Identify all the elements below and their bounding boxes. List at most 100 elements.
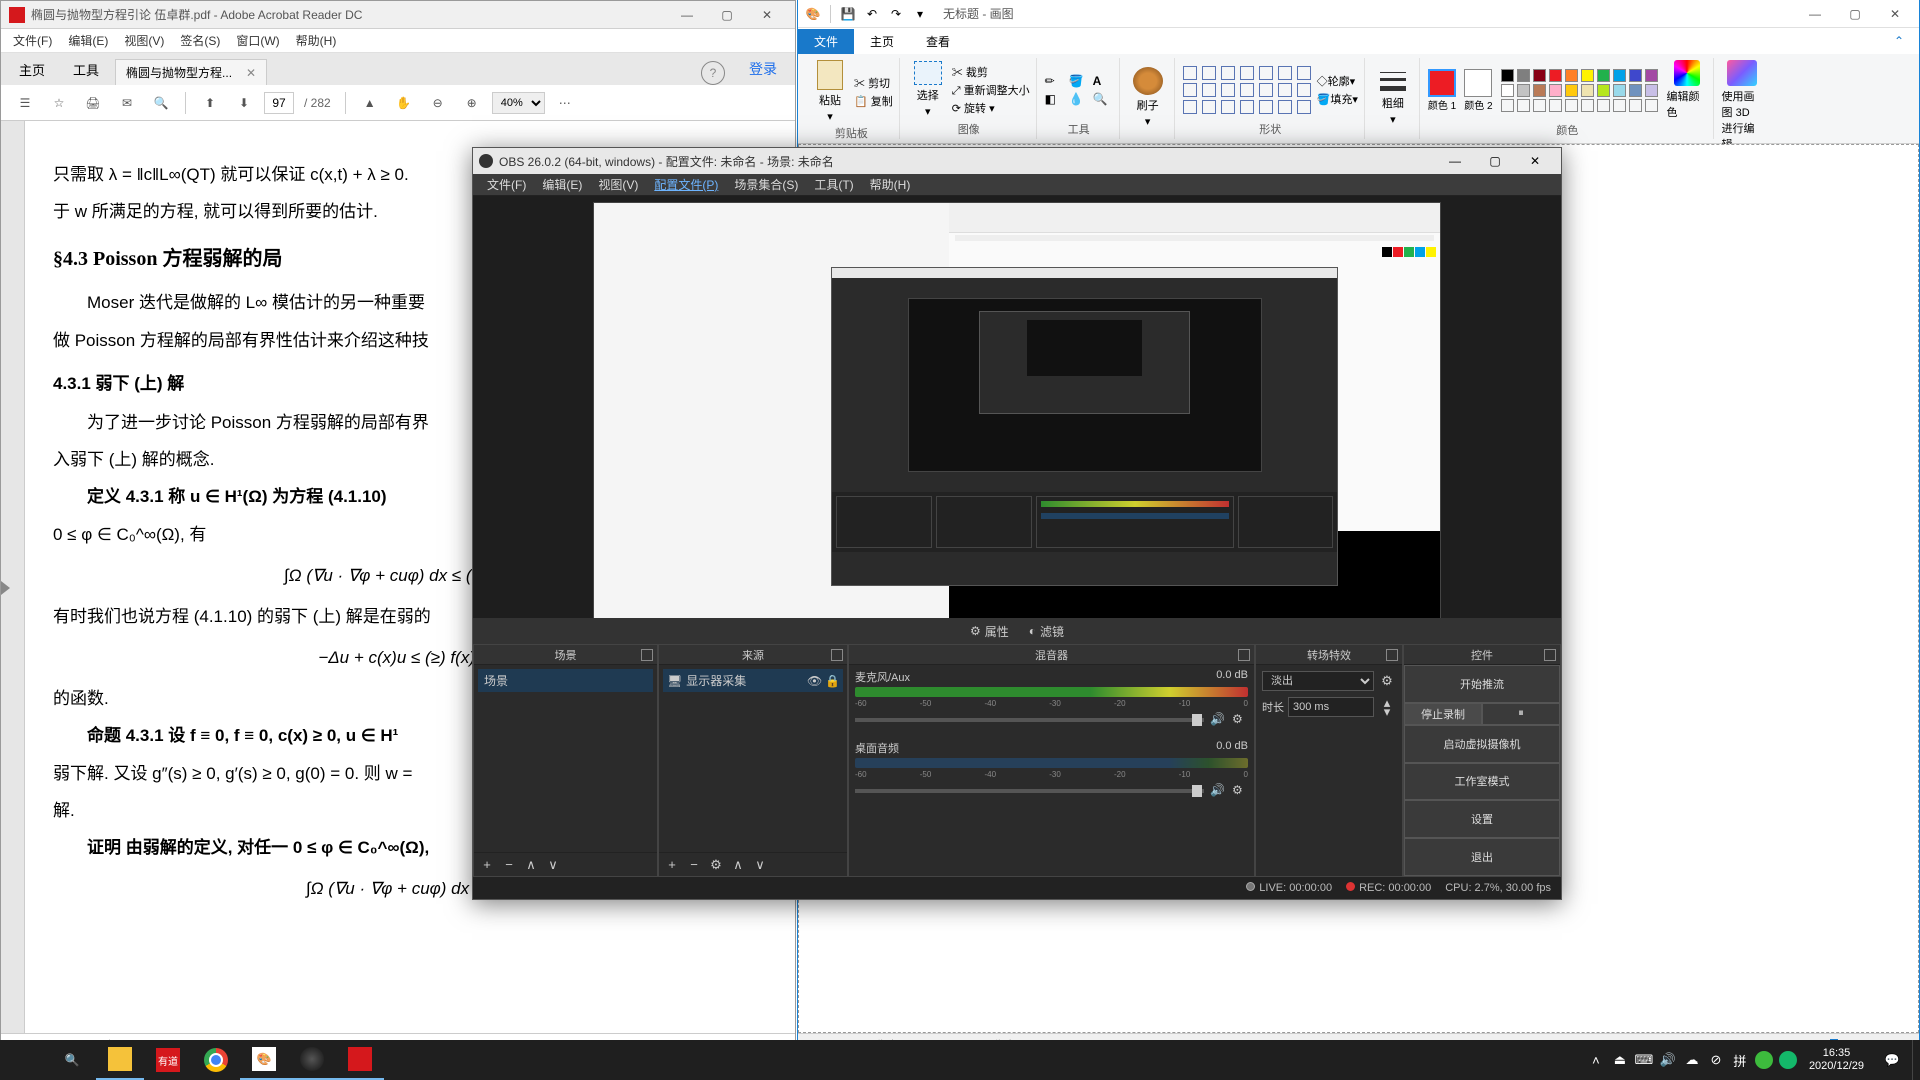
menu-window[interactable]: 窗口(W) [228, 30, 287, 51]
crop-button[interactable]: ✂ 裁剪 [952, 64, 1030, 80]
tab-home[interactable]: 主页 [5, 54, 59, 85]
settings-button[interactable]: 设置 [1404, 800, 1560, 838]
page-number-input[interactable] [264, 92, 294, 114]
menu-help[interactable]: 帮助(H) [862, 174, 919, 195]
menu-edit[interactable]: 编辑(E) [60, 30, 116, 51]
tray-volume-icon[interactable]: 🔊 [1657, 1040, 1679, 1080]
zoom-select[interactable]: 40% [492, 92, 545, 114]
tray-usb-icon[interactable]: ⏏ [1609, 1040, 1631, 1080]
shape-outline[interactable]: ◇轮廓▾ [1317, 73, 1358, 89]
move-up-button[interactable]: ∧ [729, 856, 747, 874]
transition-settings-button[interactable]: ⚙ [1378, 672, 1396, 690]
paste-button[interactable]: 粘贴▾ [810, 60, 850, 123]
minimize-button[interactable]: — [1795, 1, 1835, 27]
color-palette[interactable] [1501, 69, 1659, 112]
spin-down-icon[interactable]: ▾ [1378, 707, 1396, 716]
menu-file[interactable]: 文件(F) [5, 30, 60, 51]
studio-mode-button[interactable]: 工作室模式 [1404, 763, 1560, 801]
exit-button[interactable]: 退出 [1404, 838, 1560, 876]
maximize-button[interactable]: ▢ [1835, 1, 1875, 27]
maximize-button[interactable]: ▢ [707, 2, 747, 28]
shapes-gallery[interactable] [1183, 66, 1313, 114]
taskbar-acrobat[interactable] [336, 1040, 384, 1080]
copy-button[interactable]: 📋 复制 [854, 93, 893, 109]
taskbar-obs[interactable] [288, 1040, 336, 1080]
tab-home[interactable]: 主页 [854, 29, 910, 54]
page-down-icon[interactable]: ⬇ [230, 89, 258, 117]
rotate-button[interactable]: ⟳ 旋转 ▾ [952, 100, 1030, 116]
mail-icon[interactable]: ✉ [113, 89, 141, 117]
fill-icon[interactable]: 🪣 [1069, 74, 1089, 88]
move-up-button[interactable]: ∧ [522, 856, 540, 874]
source-item[interactable]: 🖥 显示器采集 👁 🔒 [663, 669, 843, 692]
magnify-icon[interactable]: 🔍 [1093, 92, 1113, 106]
taskbar-clock[interactable]: 16:35 2020/12/29 [1801, 1047, 1872, 1073]
start-virtual-camera-button[interactable]: 启动虚拟摄像机 [1404, 725, 1560, 763]
ribbon-collapse-icon[interactable]: ⌃ [1879, 28, 1919, 54]
tray-wechat-icon[interactable] [1777, 1040, 1799, 1080]
menu-profile[interactable]: 配置文件(P) [646, 174, 726, 195]
tab-view[interactable]: 查看 [910, 29, 966, 54]
taskbar-explorer[interactable] [96, 1040, 144, 1080]
notifications-button[interactable]: 💬 [1874, 1040, 1910, 1080]
volume-slider[interactable] [855, 789, 1204, 793]
menu-sign[interactable]: 签名(S) [172, 30, 228, 51]
taskbar-paint[interactable]: 🎨 [240, 1040, 288, 1080]
size-button[interactable]: 粗细▾ [1373, 69, 1413, 126]
page-up-icon[interactable]: ⬆ [196, 89, 224, 117]
hand-icon[interactable]: ✋ [390, 89, 418, 117]
menu-view[interactable]: 视图(V) [116, 30, 172, 51]
lock-icon[interactable]: 🔒 [825, 674, 839, 688]
color1[interactable]: 颜色 1 [1428, 69, 1456, 112]
speaker-icon[interactable]: 🔊 [1210, 712, 1226, 728]
menu-edit[interactable]: 编辑(E) [534, 174, 590, 195]
menu-file[interactable]: 文件(F) [479, 174, 534, 195]
shape-fill[interactable]: 🪣填充▾ [1317, 91, 1358, 107]
maximize-button[interactable]: ▢ [1475, 149, 1515, 173]
move-down-button[interactable]: ∨ [544, 856, 562, 874]
show-desktop-button[interactable] [1912, 1040, 1918, 1080]
tray-expand-icon[interactable]: ˄ [1585, 1040, 1607, 1080]
menu-scene-collection[interactable]: 场景集合(S) [726, 174, 806, 195]
close-button[interactable]: ✕ [1515, 149, 1555, 173]
star-icon[interactable]: ☆ [45, 89, 73, 117]
stop-recording-button[interactable]: 停止录制 [1404, 703, 1482, 725]
visibility-icon[interactable]: 👁 [807, 674, 821, 688]
tab-document[interactable]: 椭圆与抛物型方程... ✕ [115, 59, 267, 85]
resize-button[interactable]: ⤢ 重新调整大小 [952, 82, 1030, 98]
menu-tools[interactable]: 工具(T) [806, 174, 861, 195]
move-down-button[interactable]: ∨ [751, 856, 769, 874]
tab-file[interactable]: 文件 [798, 29, 854, 54]
properties-button[interactable]: ⚙属性 [964, 621, 1015, 642]
tray-ime-icon[interactable]: 拼 [1729, 1040, 1751, 1080]
acrobat-sidebar[interactable] [1, 121, 25, 1033]
obs-preview[interactable]: 未选择源 [473, 196, 1561, 666]
popout-icon[interactable] [641, 649, 653, 661]
add-scene-button[interactable]: + [478, 856, 496, 874]
remove-scene-button[interactable]: − [500, 856, 518, 874]
tray-defender-icon[interactable]: ⊘ [1705, 1040, 1727, 1080]
taskbar-youdao[interactable]: 有道 [144, 1040, 192, 1080]
search-button[interactable]: 🔍 [48, 1040, 96, 1080]
gear-icon[interactable]: ⚙ [1232, 783, 1248, 799]
edit-colors-button[interactable]: 编辑颜色 [1667, 60, 1707, 120]
login-button[interactable]: 登录 [735, 53, 791, 85]
help-icon[interactable]: ? [701, 61, 725, 85]
tray-360-icon[interactable] [1753, 1040, 1775, 1080]
popout-icon[interactable] [1386, 649, 1398, 661]
paint3d-button[interactable]: 使用画图 3D 进行编辑 [1722, 60, 1762, 152]
minimize-button[interactable]: — [1435, 149, 1475, 173]
pointer-icon[interactable]: ▲ [356, 89, 384, 117]
tray-onedrive-icon[interactable]: ☁ [1681, 1040, 1703, 1080]
menu-view[interactable]: 视图(V) [590, 174, 646, 195]
undo-icon[interactable]: ↶ [861, 3, 883, 25]
taskbar-chrome[interactable] [192, 1040, 240, 1080]
add-source-button[interactable]: + [663, 856, 681, 874]
qat-dropdown-icon[interactable]: ▾ [909, 3, 931, 25]
tray-keyboard-icon[interactable]: ⌨ [1633, 1040, 1655, 1080]
picker-icon[interactable]: 💧 [1069, 92, 1089, 106]
cut-button[interactable]: ✂ 剪切 [854, 75, 893, 91]
sidebar-toggle-icon[interactable]: ☰ [11, 89, 39, 117]
source-settings-button[interactable]: ⚙ [707, 856, 725, 874]
tab-tools[interactable]: 工具 [59, 54, 113, 85]
